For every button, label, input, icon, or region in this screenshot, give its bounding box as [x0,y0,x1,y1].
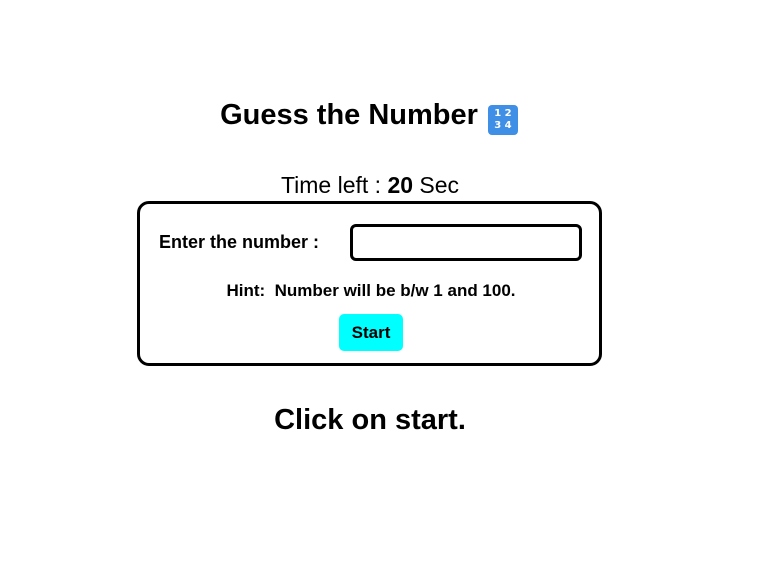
input-numbers-icon: 1 23 4 [487,105,518,135]
page: Guess the Number 1 23 4 Time left : 20 Se… [0,0,762,573]
hint-label: Hint: [226,281,266,300]
hint-text: Number will be b/w 1 and 100. [274,281,516,300]
status-message: Click on start. [274,404,466,436]
page-title-text: Guess the Number [220,99,478,131]
start-button[interactable]: Start [339,314,403,351]
timer: Time left : 20 Sec [0,171,740,199]
hint: Hint: Number will be b/w 1 and 100. [140,281,602,301]
game-panel: Enter the number : Hint: Number will be … [137,201,602,366]
number-input[interactable] [350,224,582,261]
number-input-label: Enter the number : [159,232,320,252]
timer-prefix: Time left : [280,172,388,198]
page-title: Guess the Number 1 23 4 [0,96,738,135]
timer-seconds: 20 [387,172,414,198]
timer-suffix: Sec [413,172,460,198]
